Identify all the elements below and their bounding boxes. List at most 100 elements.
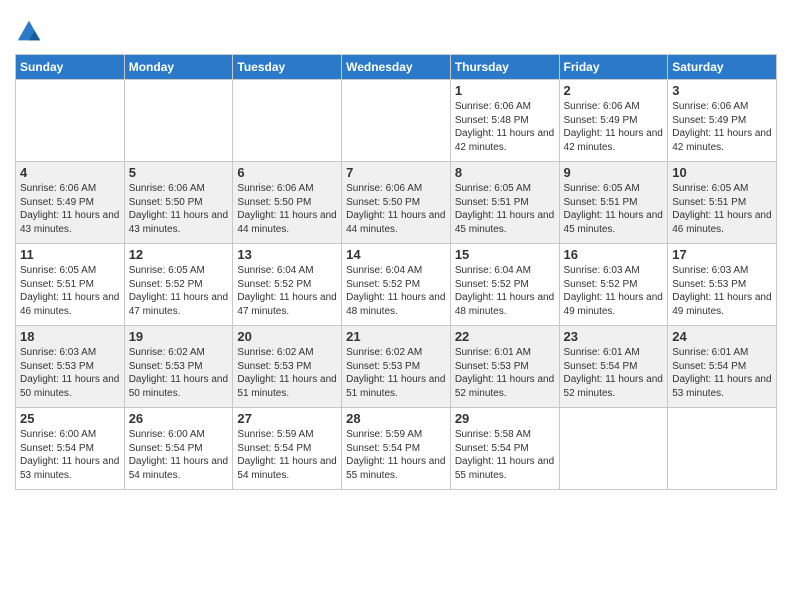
calendar-cell: 5 Sunrise: 6:06 AM Sunset: 5:50 PM Daylig… [124,162,233,244]
calendar-cell: 13 Sunrise: 6:04 AM Sunset: 5:52 PM Dayli… [233,244,342,326]
day-number: 3 [672,83,772,98]
day-info: Sunrise: 6:05 AM Sunset: 5:51 PM Dayligh… [564,182,664,236]
calendar-cell: 29 Sunrise: 5:58 AM Sunset: 5:54 PM Dayli… [450,408,559,490]
day-info: Sunrise: 6:02 AM Sunset: 5:53 PM Dayligh… [346,346,446,400]
calendar-cell: 10 Sunrise: 6:05 AM Sunset: 5:51 PM Dayli… [668,162,777,244]
day-info: Sunrise: 6:02 AM Sunset: 5:53 PM Dayligh… [237,346,337,400]
calendar-cell: 16 Sunrise: 6:03 AM Sunset: 5:52 PM Dayli… [559,244,668,326]
day-number: 20 [237,329,337,344]
weekday-header-row: SundayMondayTuesdayWednesdayThursdayFrid… [16,55,777,80]
page-header [15,10,777,46]
day-number: 19 [129,329,229,344]
day-info: Sunrise: 6:04 AM Sunset: 5:52 PM Dayligh… [346,264,446,318]
day-info: Sunrise: 6:06 AM Sunset: 5:49 PM Dayligh… [564,100,664,154]
day-info: Sunrise: 6:03 AM Sunset: 5:53 PM Dayligh… [672,264,772,318]
weekday-header: Tuesday [233,55,342,80]
weekday-header: Thursday [450,55,559,80]
day-info: Sunrise: 6:06 AM Sunset: 5:50 PM Dayligh… [237,182,337,236]
logo [15,18,47,46]
day-number: 5 [129,165,229,180]
calendar-cell [233,80,342,162]
day-number: 22 [455,329,555,344]
day-number: 27 [237,411,337,426]
day-number: 11 [20,247,120,262]
day-number: 13 [237,247,337,262]
day-info: Sunrise: 6:05 AM Sunset: 5:51 PM Dayligh… [20,264,120,318]
day-number: 23 [564,329,664,344]
day-number: 1 [455,83,555,98]
day-number: 4 [20,165,120,180]
calendar-cell: 23 Sunrise: 6:01 AM Sunset: 5:54 PM Dayli… [559,326,668,408]
logo-icon [15,18,43,46]
calendar-cell: 20 Sunrise: 6:02 AM Sunset: 5:53 PM Dayli… [233,326,342,408]
day-number: 9 [564,165,664,180]
day-info: Sunrise: 6:01 AM Sunset: 5:54 PM Dayligh… [672,346,772,400]
day-info: Sunrise: 6:03 AM Sunset: 5:53 PM Dayligh… [20,346,120,400]
calendar-week-row: 25 Sunrise: 6:00 AM Sunset: 5:54 PM Dayli… [16,408,777,490]
calendar-cell: 27 Sunrise: 5:59 AM Sunset: 5:54 PM Dayli… [233,408,342,490]
day-info: Sunrise: 6:04 AM Sunset: 5:52 PM Dayligh… [237,264,337,318]
day-number: 6 [237,165,337,180]
day-number: 18 [20,329,120,344]
calendar-week-row: 18 Sunrise: 6:03 AM Sunset: 5:53 PM Dayli… [16,326,777,408]
day-info: Sunrise: 6:06 AM Sunset: 5:49 PM Dayligh… [672,100,772,154]
weekday-header: Sunday [16,55,125,80]
calendar-cell [124,80,233,162]
calendar-cell: 6 Sunrise: 6:06 AM Sunset: 5:50 PM Daylig… [233,162,342,244]
day-info: Sunrise: 6:00 AM Sunset: 5:54 PM Dayligh… [129,428,229,482]
calendar-cell: 17 Sunrise: 6:03 AM Sunset: 5:53 PM Dayli… [668,244,777,326]
day-info: Sunrise: 6:06 AM Sunset: 5:48 PM Dayligh… [455,100,555,154]
day-info: Sunrise: 6:00 AM Sunset: 5:54 PM Dayligh… [20,428,120,482]
calendar-cell [16,80,125,162]
day-number: 25 [20,411,120,426]
calendar-table: SundayMondayTuesdayWednesdayThursdayFrid… [15,54,777,490]
day-number: 28 [346,411,446,426]
calendar-cell: 4 Sunrise: 6:06 AM Sunset: 5:49 PM Daylig… [16,162,125,244]
day-info: Sunrise: 6:01 AM Sunset: 5:54 PM Dayligh… [564,346,664,400]
day-number: 16 [564,247,664,262]
calendar-cell: 1 Sunrise: 6:06 AM Sunset: 5:48 PM Daylig… [450,80,559,162]
calendar-cell: 22 Sunrise: 6:01 AM Sunset: 5:53 PM Dayli… [450,326,559,408]
calendar-cell: 14 Sunrise: 6:04 AM Sunset: 5:52 PM Dayli… [342,244,451,326]
calendar-cell: 7Sunrise: 6:06 AM Sunset: 5:50 PM Daylig… [342,162,451,244]
calendar-week-row: 11 Sunrise: 6:05 AM Sunset: 5:51 PM Dayli… [16,244,777,326]
weekday-header: Saturday [668,55,777,80]
day-info: Sunrise: 6:06 AM Sunset: 5:50 PM Dayligh… [129,182,229,236]
day-number: 14 [346,247,446,262]
calendar-cell: 25 Sunrise: 6:00 AM Sunset: 5:54 PM Dayli… [16,408,125,490]
calendar-cell: 26 Sunrise: 6:00 AM Sunset: 5:54 PM Dayli… [124,408,233,490]
day-number: 24 [672,329,772,344]
calendar-cell: 18 Sunrise: 6:03 AM Sunset: 5:53 PM Dayli… [16,326,125,408]
calendar-cell: 8 Sunrise: 6:05 AM Sunset: 5:51 PM Daylig… [450,162,559,244]
calendar-cell: 9 Sunrise: 6:05 AM Sunset: 5:51 PM Daylig… [559,162,668,244]
calendar-cell: 24 Sunrise: 6:01 AM Sunset: 5:54 PM Dayli… [668,326,777,408]
calendar-cell: 28 Sunrise: 5:59 AM Sunset: 5:54 PM Dayli… [342,408,451,490]
day-number: 8 [455,165,555,180]
day-number: 2 [564,83,664,98]
day-info: Sunrise: 6:01 AM Sunset: 5:53 PM Dayligh… [455,346,555,400]
calendar-cell: 15 Sunrise: 6:04 AM Sunset: 5:52 PM Dayli… [450,244,559,326]
calendar-cell [559,408,668,490]
calendar-week-row: 4 Sunrise: 6:06 AM Sunset: 5:49 PM Daylig… [16,162,777,244]
calendar-cell: 3 Sunrise: 6:06 AM Sunset: 5:49 PM Daylig… [668,80,777,162]
day-info: Sunrise: 6:06 AM Sunset: 5:49 PM Dayligh… [20,182,120,236]
calendar-cell: 11 Sunrise: 6:05 AM Sunset: 5:51 PM Dayli… [16,244,125,326]
day-number: 26 [129,411,229,426]
day-number: 7 [346,165,446,180]
day-number: 10 [672,165,772,180]
day-number: 29 [455,411,555,426]
day-number: 12 [129,247,229,262]
day-info: Sunrise: 6:04 AM Sunset: 5:52 PM Dayligh… [455,264,555,318]
calendar-week-row: 1 Sunrise: 6:06 AM Sunset: 5:48 PM Daylig… [16,80,777,162]
day-info: Sunrise: 6:05 AM Sunset: 5:51 PM Dayligh… [455,182,555,236]
day-number: 15 [455,247,555,262]
calendar-cell: 21 Sunrise: 6:02 AM Sunset: 5:53 PM Dayli… [342,326,451,408]
day-info: Sunrise: 5:59 AM Sunset: 5:54 PM Dayligh… [346,428,446,482]
day-info: Sunrise: 5:59 AM Sunset: 5:54 PM Dayligh… [237,428,337,482]
day-info: Sunrise: 6:02 AM Sunset: 5:53 PM Dayligh… [129,346,229,400]
day-info: Sunrise: 6:03 AM Sunset: 5:52 PM Dayligh… [564,264,664,318]
day-info: Sunrise: 6:05 AM Sunset: 5:51 PM Dayligh… [672,182,772,236]
day-number: 17 [672,247,772,262]
day-info: Sunrise: 5:58 AM Sunset: 5:54 PM Dayligh… [455,428,555,482]
day-number: 21 [346,329,446,344]
